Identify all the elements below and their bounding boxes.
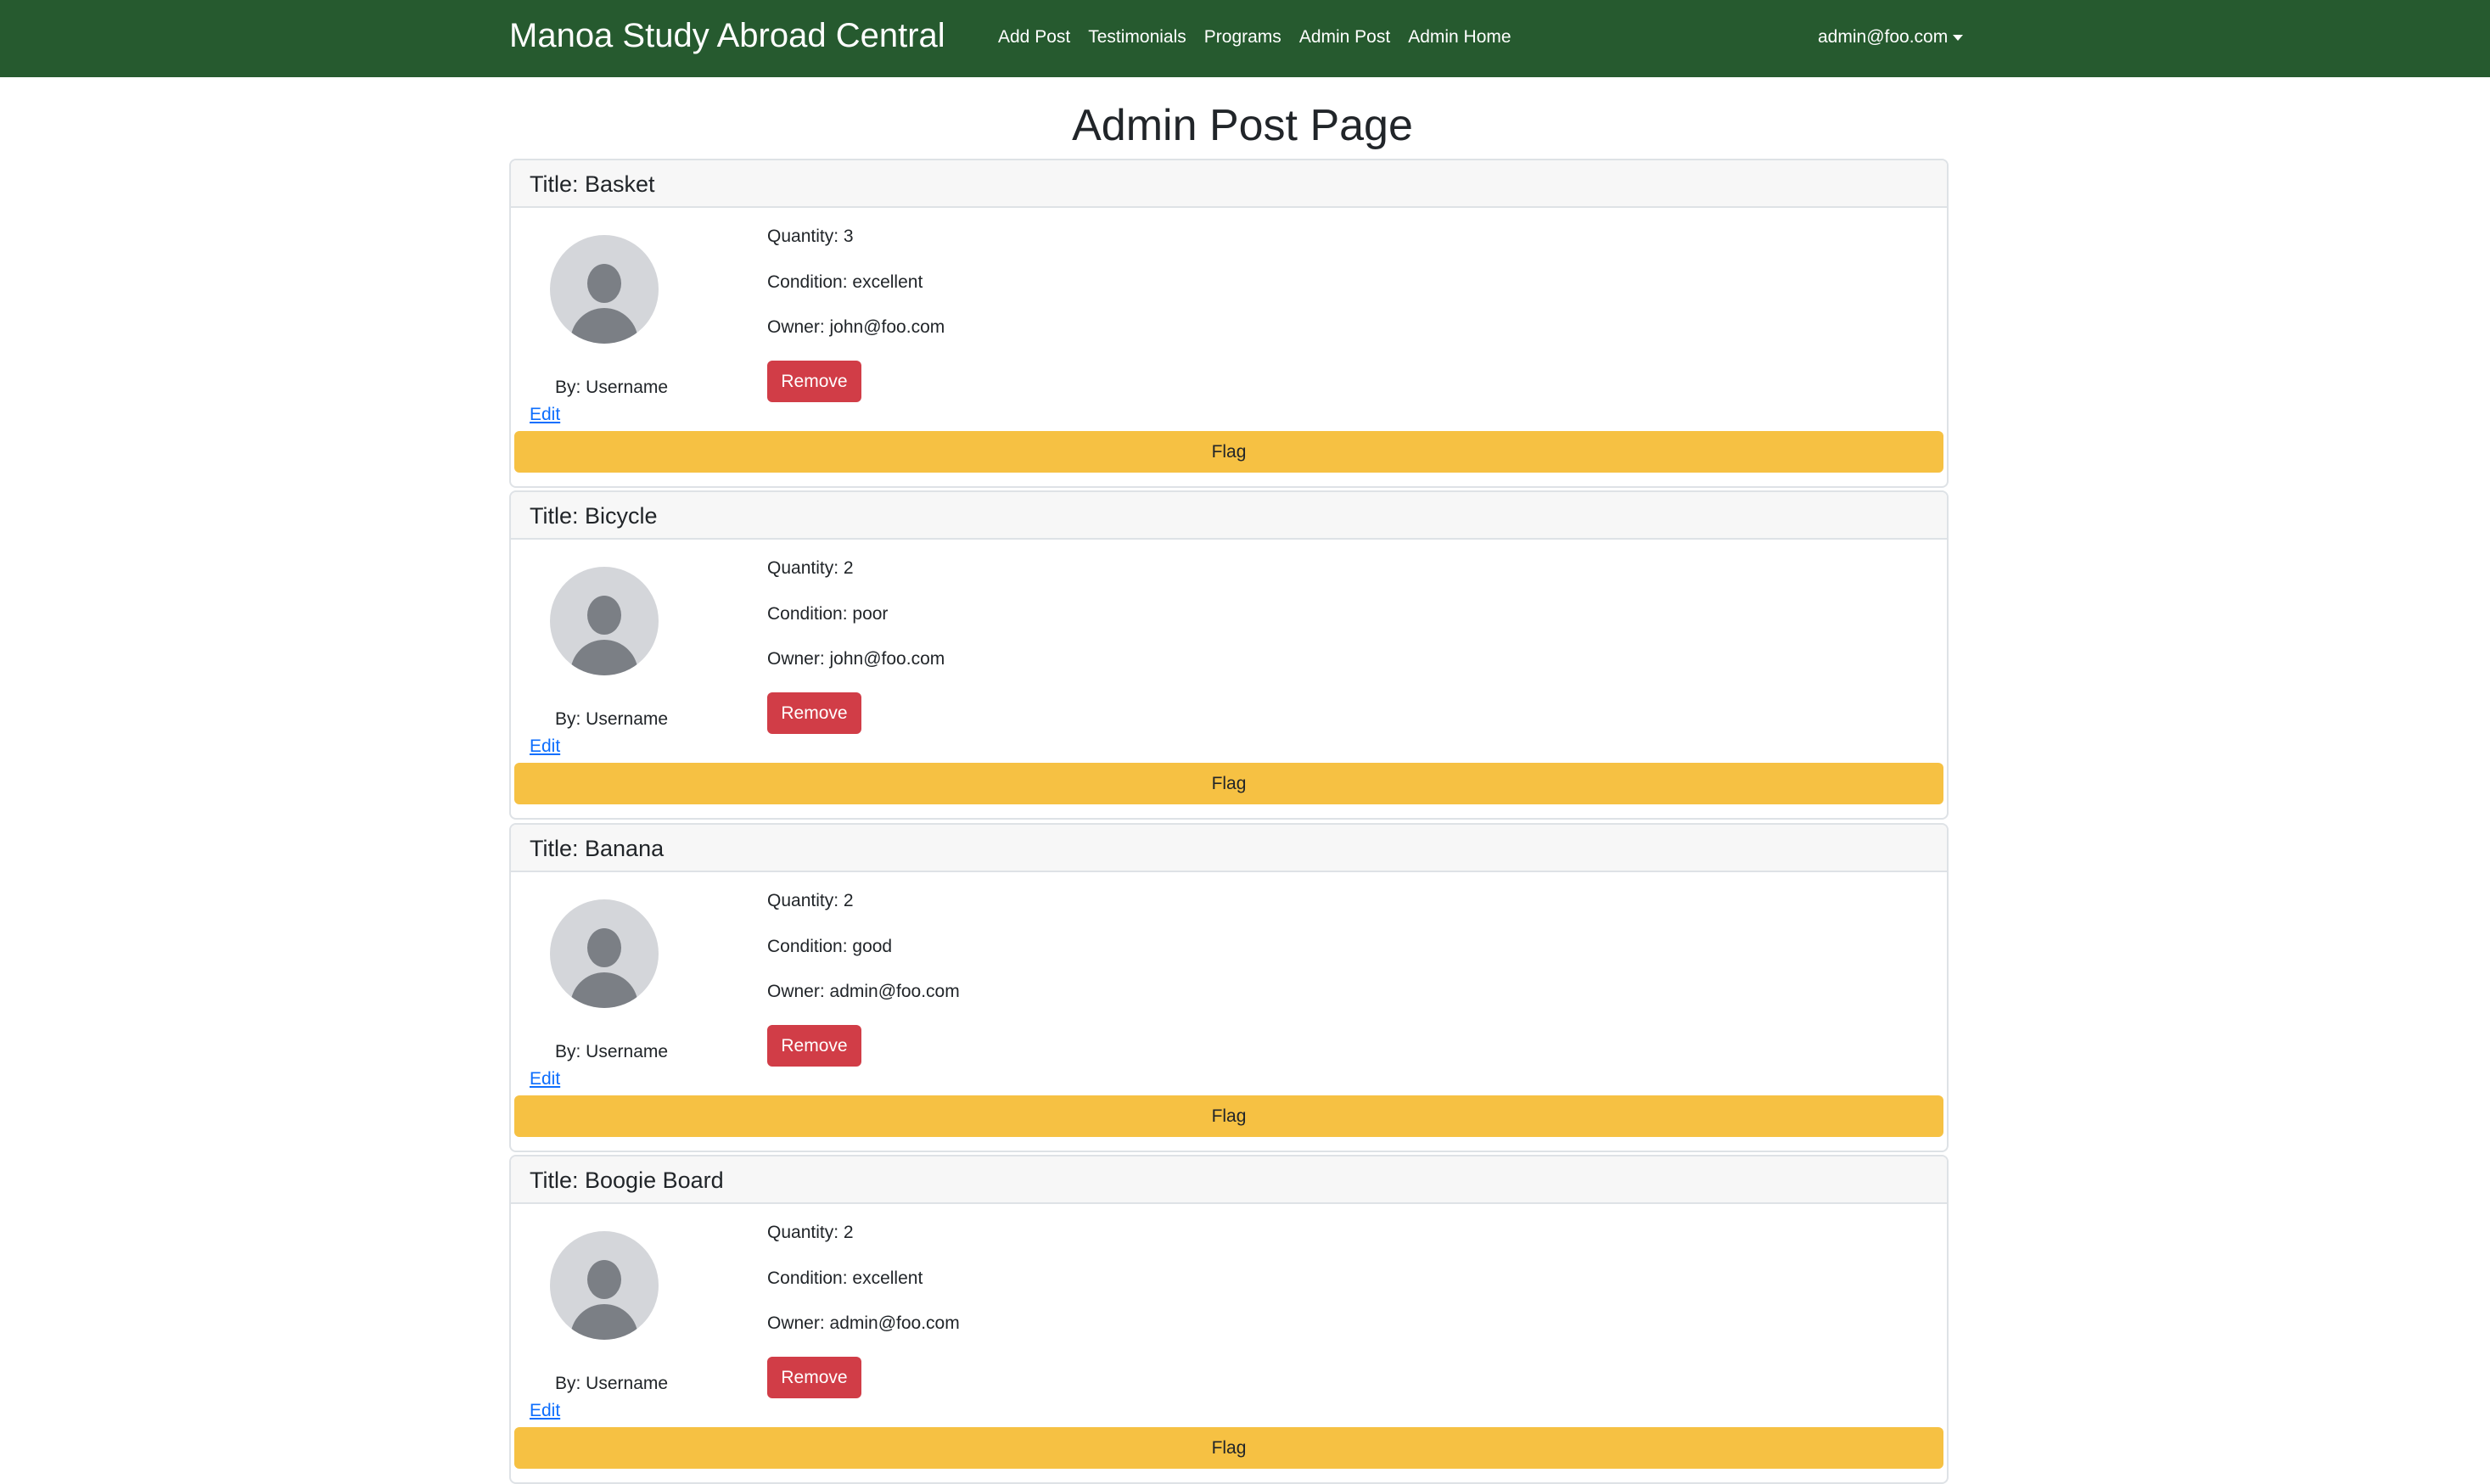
post-owner: Owner: admin@foo.com — [767, 1313, 960, 1333]
brand-logo[interactable]: Manoa Study Abroad Central — [509, 14, 945, 58]
post-quantity: Quantity: 2 — [767, 558, 854, 578]
post-card: Title: Basket By: Username Edit Quantity… — [509, 159, 1949, 488]
post-author: By: Username — [555, 1042, 669, 1061]
flag-button[interactable]: Flag — [514, 431, 1943, 473]
post-title: Title: Basket — [530, 171, 655, 197]
user-avatar-icon — [550, 567, 659, 675]
edit-link[interactable]: Edit — [530, 403, 560, 427]
remove-button[interactable]: Remove — [767, 692, 861, 734]
post-condition: Condition: excellent — [767, 1268, 923, 1288]
edit-link[interactable]: Edit — [530, 1067, 560, 1091]
navbar: Manoa Study Abroad Central Add Post Test… — [0, 0, 2490, 77]
post-author: By: Username — [555, 709, 669, 729]
remove-button[interactable]: Remove — [767, 1357, 861, 1398]
user-avatar-icon — [550, 1231, 659, 1340]
user-menu-label: admin@foo.com — [1818, 27, 1949, 47]
post-title: Title: Bicycle — [530, 503, 658, 529]
post-card-header: Title: Bicycle — [511, 492, 1947, 540]
post-condition: Condition: excellent — [767, 272, 923, 292]
post-card: Title: Banana By: Username Edit Quantity… — [509, 823, 1949, 1152]
post-card: Title: Bicycle By: Username Edit Quantit… — [509, 490, 1949, 820]
caret-down-icon — [1953, 34, 1964, 41]
remove-button[interactable]: Remove — [767, 361, 861, 402]
flag-button[interactable]: Flag — [514, 763, 1943, 804]
post-card: Title: Boogie Board By: Username Edit Qu… — [509, 1155, 1949, 1484]
post-quantity: Quantity: 3 — [767, 227, 854, 246]
nav-link-testimonials[interactable]: Testimonials — [1088, 24, 1186, 51]
post-title: Title: Banana — [530, 836, 665, 861]
nav-link-admin-home[interactable]: Admin Home — [1408, 24, 1511, 51]
flag-button[interactable]: Flag — [514, 1427, 1943, 1469]
nav-link-add-post[interactable]: Add Post — [998, 24, 1070, 51]
user-avatar-icon — [550, 235, 659, 344]
post-card-header: Title: Boogie Board — [511, 1156, 1947, 1204]
post-card-header: Title: Banana — [511, 825, 1947, 872]
nav-link-admin-post[interactable]: Admin Post — [1299, 24, 1390, 51]
post-owner: Owner: john@foo.com — [767, 317, 945, 337]
post-quantity: Quantity: 2 — [767, 891, 854, 910]
edit-link[interactable]: Edit — [530, 735, 560, 759]
post-condition: Condition: good — [767, 937, 893, 956]
post-owner: Owner: admin@foo.com — [767, 982, 960, 1001]
post-quantity: Quantity: 2 — [767, 1223, 854, 1242]
post-condition: Condition: poor — [767, 604, 889, 624]
post-author: By: Username — [555, 378, 669, 397]
edit-link[interactable]: Edit — [530, 1399, 560, 1423]
post-owner: Owner: john@foo.com — [767, 649, 945, 669]
user-menu-dropdown[interactable]: admin@foo.com — [1818, 24, 1964, 51]
post-card-header: Title: Basket — [511, 160, 1947, 208]
flag-button[interactable]: Flag — [514, 1095, 1943, 1137]
user-avatar-icon — [550, 899, 659, 1008]
remove-button[interactable]: Remove — [767, 1025, 861, 1067]
post-title: Title: Boogie Board — [530, 1168, 724, 1193]
page-title: Admin Post Page — [1072, 101, 1413, 150]
nav-links: Add Post Testimonials Programs Admin Pos… — [998, 24, 1511, 51]
nav-link-programs[interactable]: Programs — [1204, 24, 1281, 51]
post-author: By: Username — [555, 1374, 669, 1393]
